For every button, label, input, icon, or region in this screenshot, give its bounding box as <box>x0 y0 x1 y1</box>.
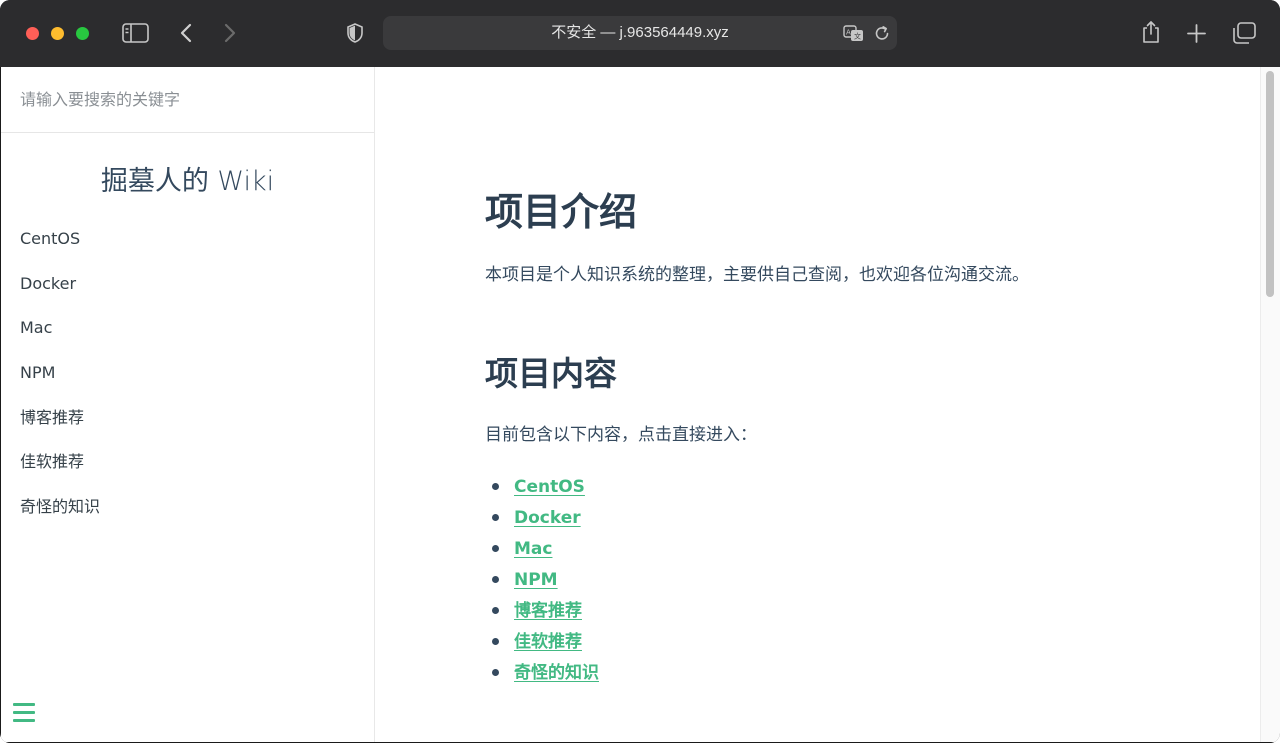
sidebar: 掘墓人的 Wiki CentOS Docker Mac NPM 博客推荐 佳软推… <box>1 67 375 742</box>
link-software-recommendations[interactable]: 佳软推荐 <box>514 632 582 652</box>
app-name[interactable]: 掘墓人的 Wiki <box>1 159 374 198</box>
bullet-icon <box>492 483 499 490</box>
share-icon[interactable] <box>1139 19 1163 45</box>
browser-window: 不安全 — j.963564449.xyz A文 掘墓人的 Wiki CentO… <box>0 0 1280 743</box>
hamburger-menu-icon[interactable] <box>13 701 37 725</box>
scrollbar[interactable] <box>1260 67 1280 742</box>
section-heading: 项目内容 <box>485 354 617 393</box>
bullet-icon <box>492 607 499 614</box>
svg-text:文: 文 <box>854 31 861 40</box>
bullet-icon <box>492 514 499 521</box>
back-icon[interactable] <box>176 22 196 44</box>
privacy-shield-icon[interactable] <box>344 22 366 44</box>
link-strange-knowledge[interactable]: 奇怪的知识 <box>514 663 599 683</box>
main-content: 项目介绍 本项目是个人知识系统的整理，主要供自己查阅，也欢迎各位沟通交流。 项目… <box>375 67 1260 742</box>
bullet-icon <box>492 638 499 645</box>
section-paragraph: 目前包含以下内容，点击直接进入： <box>485 425 757 445</box>
translate-icon[interactable]: A文 <box>842 24 866 42</box>
intro-paragraph: 本项目是个人知识系统的整理，主要供自己查阅，也欢迎各位沟通交流。 <box>485 265 1029 285</box>
sidebar-nav: CentOS Docker Mac NPM 博客推荐 佳软推荐 奇怪的知识 <box>20 217 100 530</box>
link-centos[interactable]: CentOS <box>514 477 585 497</box>
sidebar-item-strange-knowledge[interactable]: 奇怪的知识 <box>20 485 100 530</box>
sidebar-item-software-recommendations[interactable]: 佳软推荐 <box>20 440 100 485</box>
sidebar-item-npm[interactable]: NPM <box>20 351 100 396</box>
reload-icon[interactable] <box>873 24 891 42</box>
bullet-icon <box>492 669 499 676</box>
sidebar-item-blog-recommendations[interactable]: 博客推荐 <box>20 396 100 441</box>
address-bar[interactable]: 不安全 — j.963564449.xyz A文 <box>383 16 897 50</box>
sidebar-item-mac[interactable]: Mac <box>20 306 100 351</box>
list-item: 奇怪的知识 <box>485 657 599 688</box>
list-item: 博客推荐 <box>485 595 599 626</box>
sidebar-item-docker[interactable]: Docker <box>20 262 100 307</box>
url-text: 不安全 — j.963564449.xyz <box>551 24 729 41</box>
link-docker[interactable]: Docker <box>514 508 581 528</box>
zoom-window-button[interactable] <box>76 27 89 40</box>
search-input[interactable] <box>1 67 374 133</box>
list-item: 佳软推荐 <box>485 626 599 657</box>
link-npm[interactable]: NPM <box>514 570 558 590</box>
browser-toolbar: 不安全 — j.963564449.xyz A文 <box>0 0 1280 68</box>
scrollbar-thumb[interactable] <box>1266 71 1274 297</box>
link-blog-recommendations[interactable]: 博客推荐 <box>514 601 582 621</box>
tab-overview-icon[interactable] <box>1231 21 1257 45</box>
svg-text:A: A <box>846 28 851 36</box>
page-title: 项目介绍 <box>485 190 638 234</box>
content-link-list: CentOS Docker Mac NPM 博客推荐 佳软推荐 奇怪的知识 <box>485 471 599 688</box>
close-window-button[interactable] <box>26 27 39 40</box>
sidebar-item-centos[interactable]: CentOS <box>20 217 100 262</box>
new-tab-icon[interactable] <box>1185 22 1207 44</box>
bullet-icon <box>492 576 499 583</box>
list-item: NPM <box>485 564 599 595</box>
forward-icon[interactable] <box>220 22 240 44</box>
minimize-window-button[interactable] <box>51 27 64 40</box>
list-item: Docker <box>485 502 599 533</box>
list-item: CentOS <box>485 471 599 502</box>
bullet-icon <box>492 545 499 552</box>
list-item: Mac <box>485 533 599 564</box>
link-mac[interactable]: Mac <box>514 539 552 559</box>
sidebar-toggle-icon[interactable] <box>121 22 149 44</box>
